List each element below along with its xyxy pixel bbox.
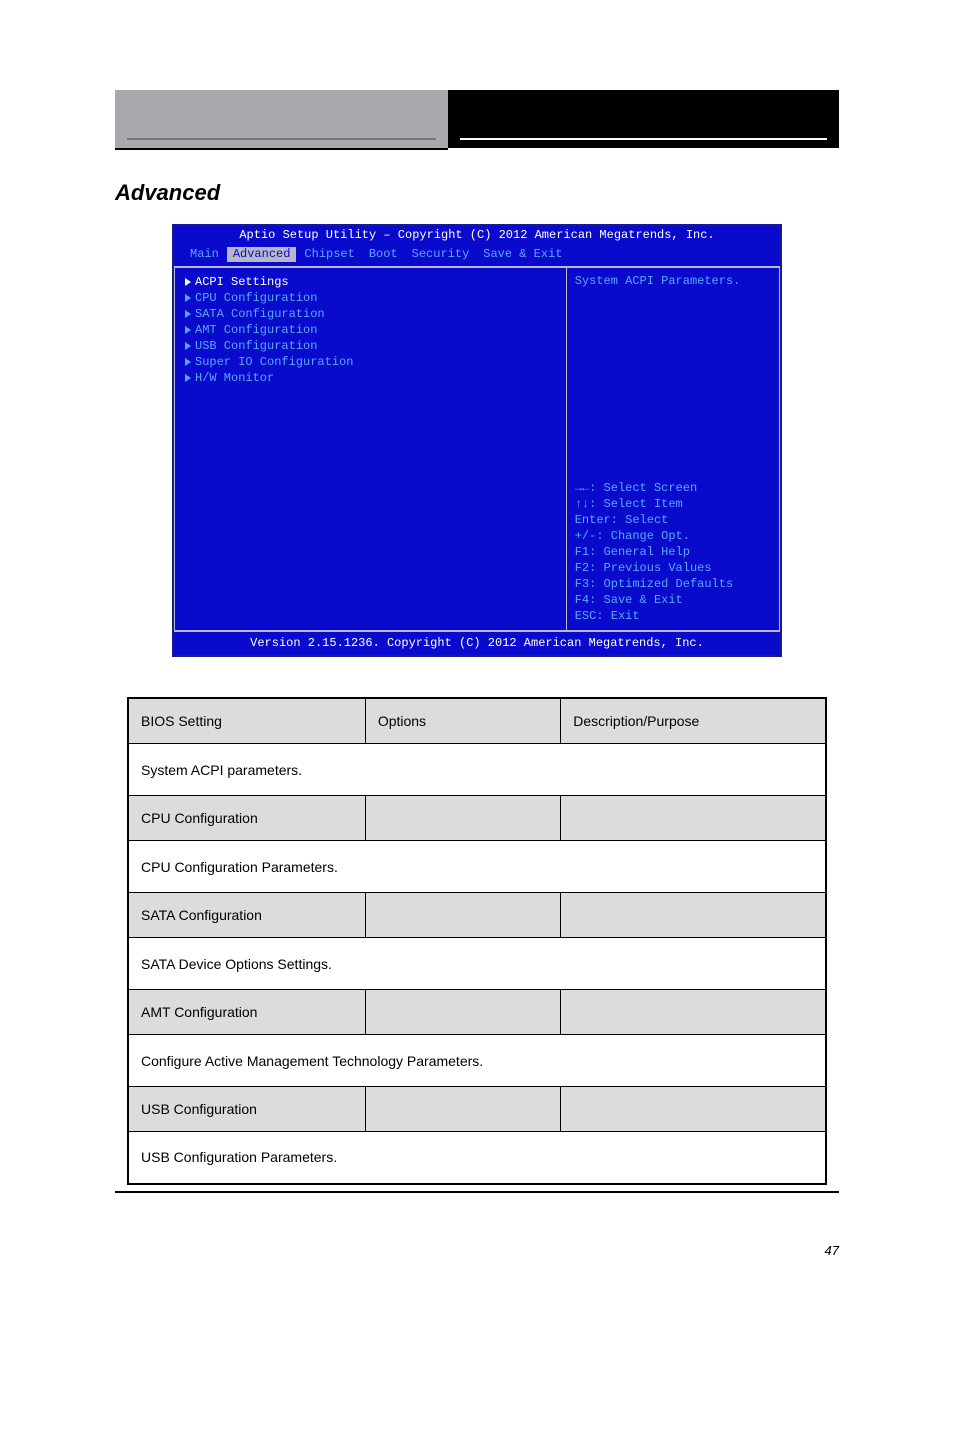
bios-entry-label: AMT Configuration <box>195 323 317 338</box>
page-header <box>115 90 839 150</box>
page-number: 47 <box>0 1243 839 1258</box>
table-cell <box>561 990 826 1035</box>
table-row: USB Configuration Parameters. <box>128 1132 826 1184</box>
bios-menu-advanced[interactable]: Advanced <box>227 247 297 262</box>
bios-entry-label: CPU Configuration <box>195 291 317 306</box>
triangle-right-icon <box>185 310 191 318</box>
key-hint: ↑↓: Select Item <box>575 496 771 512</box>
key-hint: F3: Optimized Defaults <box>575 576 771 592</box>
table-cell <box>365 1087 560 1132</box>
bios-entry-label: ACPI Settings <box>195 275 289 290</box>
table-cell <box>365 796 560 841</box>
table-header-cell: Description/Purpose <box>561 698 826 744</box>
table-header-row: BIOS Setting Options Description/Purpose <box>128 698 826 744</box>
table-header-cell: BIOS Setting <box>128 698 365 744</box>
key-hint: +/-: Change Opt. <box>575 528 771 544</box>
header-left-block <box>115 90 448 150</box>
table-cell: CPU Configuration Parameters. <box>128 841 826 893</box>
bios-menu-chipset[interactable]: Chipset <box>298 247 360 262</box>
table-row: CPU Configuration <box>128 796 826 841</box>
table-row: AMT Configuration <box>128 990 826 1035</box>
bios-window: Aptio Setup Utility – Copyright (C) 2012… <box>172 224 782 657</box>
triangle-right-icon <box>185 278 191 286</box>
bios-entry-label: H/W Monitor <box>195 371 274 386</box>
bios-entry-acpi-settings[interactable]: ACPI Settings <box>185 274 556 290</box>
table-row: SATA Configuration <box>128 893 826 938</box>
bios-footer: Version 2.15.1236. Copyright (C) 2012 Am… <box>174 631 780 655</box>
table-cell: Configure Active Management Technology P… <box>128 1035 826 1087</box>
table-cell <box>365 893 560 938</box>
table-cell: System ACPI parameters. <box>128 744 826 796</box>
table-cell: AMT Configuration <box>128 990 365 1035</box>
table-cell: SATA Device Options Settings. <box>128 938 826 990</box>
key-hint: F2: Previous Values <box>575 560 771 576</box>
bios-left-pane: ACPI Settings CPU Configuration SATA Con… <box>174 267 566 631</box>
header-right-block <box>448 90 839 150</box>
table-row: USB Configuration <box>128 1087 826 1132</box>
bios-menu-save-exit[interactable]: Save & Exit <box>477 247 568 262</box>
table-header-cell: Options <box>365 698 560 744</box>
triangle-right-icon <box>185 374 191 382</box>
section-heading: Advanced <box>115 180 954 206</box>
triangle-right-icon <box>185 342 191 350</box>
bios-entry-amt-configuration[interactable]: AMT Configuration <box>185 322 556 338</box>
key-hint: F1: General Help <box>575 544 771 560</box>
table-cell <box>561 796 826 841</box>
bios-entry-cpu-configuration[interactable]: CPU Configuration <box>185 290 556 306</box>
bios-titlebar: Aptio Setup Utility – Copyright (C) 2012… <box>174 226 780 245</box>
bios-entry-usb-configuration[interactable]: USB Configuration <box>185 338 556 354</box>
settings-table: BIOS Setting Options Description/Purpose… <box>127 697 827 1185</box>
table-row: System ACPI parameters. <box>128 744 826 796</box>
table-row: Configure Active Management Technology P… <box>128 1035 826 1087</box>
bios-key-hints: →←: Select Screen ↑↓: Select Item Enter:… <box>575 480 771 624</box>
bios-entry-hw-monitor[interactable]: H/W Monitor <box>185 370 556 386</box>
bios-menu-main[interactable]: Main <box>184 247 225 262</box>
bios-entry-label: SATA Configuration <box>195 307 325 322</box>
table-cell: SATA Configuration <box>128 893 365 938</box>
bios-help-text: System ACPI Parameters. <box>575 274 771 289</box>
table-cell: CPU Configuration <box>128 796 365 841</box>
bios-entry-sata-configuration[interactable]: SATA Configuration <box>185 306 556 322</box>
table-cell: USB Configuration <box>128 1087 365 1132</box>
table-row: SATA Device Options Settings. <box>128 938 826 990</box>
key-hint: ESC: Exit <box>575 608 771 624</box>
bios-menu-boot[interactable]: Boot <box>363 247 404 262</box>
key-hint: →←: Select Screen <box>575 480 771 496</box>
bios-right-pane: System ACPI Parameters. →←: Select Scree… <box>566 267 780 631</box>
table-cell <box>561 1087 826 1132</box>
bios-entry-label: USB Configuration <box>195 339 317 354</box>
table-row: CPU Configuration Parameters. <box>128 841 826 893</box>
bios-menu-security[interactable]: Security <box>406 247 476 262</box>
bios-body: ACPI Settings CPU Configuration SATA Con… <box>174 266 780 631</box>
key-hint: F4: Save & Exit <box>575 592 771 608</box>
table-cell <box>365 990 560 1035</box>
bios-entry-super-io-configuration[interactable]: Super IO Configuration <box>185 354 556 370</box>
bios-menubar: Main Advanced Chipset Boot Security Save… <box>174 245 780 266</box>
table-cell <box>561 893 826 938</box>
triangle-right-icon <box>185 326 191 334</box>
bios-entry-label: Super IO Configuration <box>195 355 353 370</box>
table-cell: USB Configuration Parameters. <box>128 1132 826 1184</box>
footer-rule <box>115 1191 839 1193</box>
key-hint: Enter: Select <box>575 512 771 528</box>
triangle-right-icon <box>185 358 191 366</box>
triangle-right-icon <box>185 294 191 302</box>
